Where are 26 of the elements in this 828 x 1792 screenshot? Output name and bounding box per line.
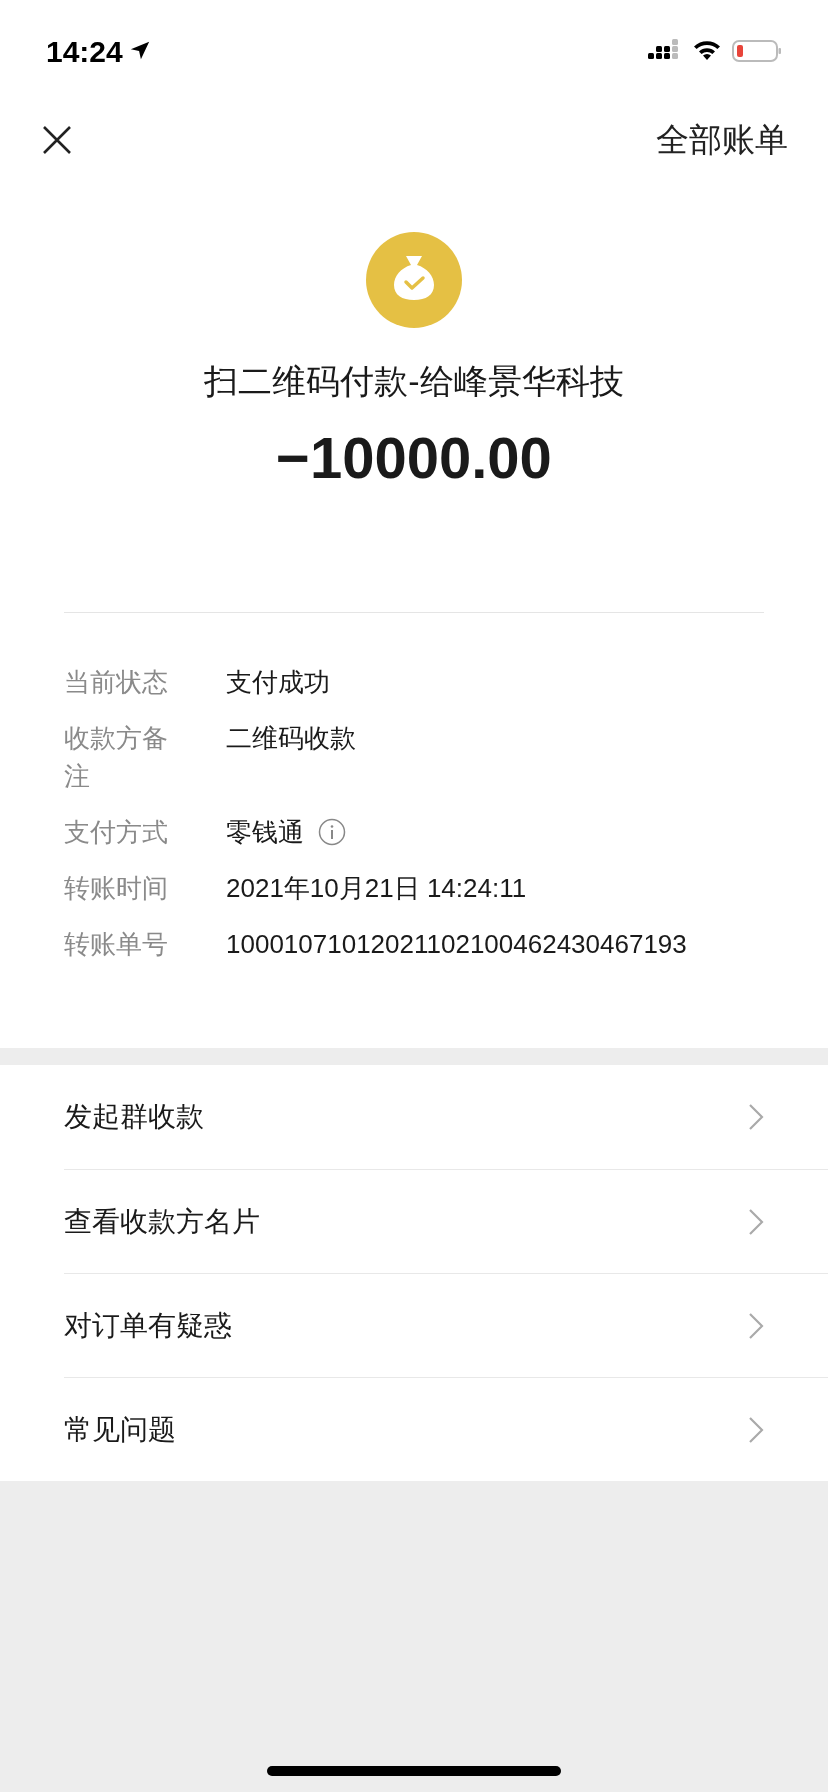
- menu-row[interactable]: 常见问题: [64, 1377, 828, 1481]
- detail-value: 零钱通: [226, 816, 304, 849]
- status-time: 14:24: [46, 33, 123, 70]
- wifi-icon: [692, 40, 722, 62]
- chevron-right-icon: [748, 1415, 764, 1444]
- info-icon[interactable]: [318, 818, 346, 846]
- chevron-right-icon: [748, 1311, 764, 1340]
- chevron-right-icon: [748, 1207, 764, 1236]
- all-bills-link[interactable]: 全部账单: [656, 115, 788, 165]
- detail-value: 支付成功: [226, 666, 330, 699]
- payment-title: 扫二维码付款-给峰景华科技: [204, 361, 624, 402]
- detail-label: 转账时间: [64, 872, 169, 905]
- chevron-right-icon: [748, 1103, 764, 1131]
- money-bag-check-icon: [366, 232, 462, 328]
- menu-row[interactable]: 查看收款方名片: [64, 1169, 828, 1273]
- menu-row[interactable]: 发起群收款: [64, 1065, 828, 1169]
- detail-label: 当前状态: [64, 666, 169, 699]
- detail-value: 10001071012021102100462430467193: [226, 928, 687, 961]
- detail-value: 二维码收款: [226, 722, 356, 755]
- payment-amount: −10000.00: [276, 429, 552, 487]
- menu-row[interactable]: 对订单有疑惑: [64, 1273, 828, 1377]
- detail-value: 2021年10月21日 14:24:11: [226, 872, 527, 905]
- detail-label: 转账单号: [64, 928, 169, 961]
- detail-label: 支付方式: [64, 816, 169, 849]
- battery-icon: [732, 39, 782, 63]
- detail-label: 收款方备注: [64, 722, 169, 793]
